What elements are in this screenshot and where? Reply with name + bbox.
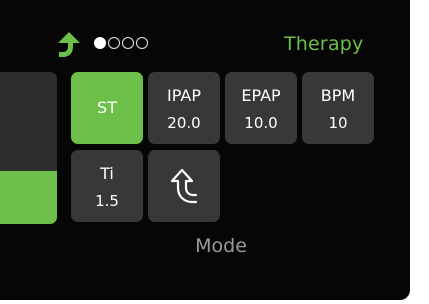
tile-value: 10: [328, 114, 348, 132]
page-dot: [108, 37, 120, 49]
tile-label: ST: [97, 98, 117, 117]
tile-value: 20.0: [167, 114, 201, 132]
ipap-tile[interactable]: IPAP 20.0: [148, 72, 220, 144]
up-arrow-icon[interactable]: [56, 30, 82, 60]
tile-value: 10.0: [244, 114, 278, 132]
mode-label: Mode: [195, 235, 247, 257]
tile-label: BPM: [320, 86, 356, 105]
tile-label: IPAP: [167, 86, 201, 105]
ti-tile[interactable]: Ti 1.5: [71, 150, 143, 222]
tile-label: Ti: [100, 164, 114, 183]
mode-arrow-tile[interactable]: [148, 150, 220, 222]
page-dot: [122, 37, 134, 49]
side-panel[interactable]: [0, 72, 57, 224]
bpm-tile[interactable]: BPM 10: [302, 72, 374, 144]
mode-st-tile[interactable]: ST: [71, 72, 143, 144]
page-dot: [136, 37, 148, 49]
tile-value: 1.5: [95, 192, 119, 210]
page-dot-active: [94, 37, 106, 49]
display-panel: Therapy ST IPAP 20.0 EPAP 10.0 BPM 10 Ti…: [0, 0, 410, 300]
epap-tile[interactable]: EPAP 10.0: [225, 72, 297, 144]
side-panel-level: [0, 171, 57, 224]
tile-label: EPAP: [241, 86, 281, 105]
mode-arrow-icon: [170, 168, 198, 204]
page-title: Therapy: [284, 33, 364, 55]
device-screen: Therapy ST IPAP 20.0 EPAP 10.0 BPM 10 Ti…: [0, 0, 429, 304]
page-indicator: [94, 37, 148, 51]
